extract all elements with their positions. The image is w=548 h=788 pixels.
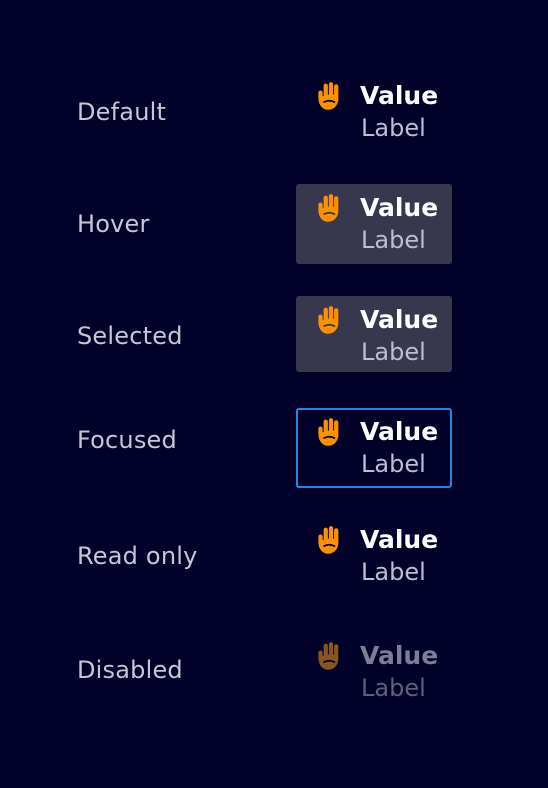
- value-text: Value: [360, 417, 439, 446]
- value-text: Value: [360, 305, 439, 334]
- hand-icon: [312, 303, 346, 337]
- value-text: Value: [360, 525, 439, 554]
- state-name: Default: [77, 98, 167, 126]
- hand-icon: [312, 523, 346, 557]
- label-text: Label: [361, 226, 426, 254]
- hand-icon: [312, 415, 346, 449]
- label-text: Label: [361, 450, 426, 478]
- label-text: Label: [361, 674, 426, 702]
- state-name: Read only: [77, 542, 198, 570]
- label-text: Label: [361, 114, 426, 142]
- state-name: Hover: [77, 210, 150, 238]
- label-text: Label: [361, 338, 426, 366]
- state-name: Disabled: [77, 656, 183, 684]
- hand-icon: [312, 79, 346, 113]
- hand-icon: [312, 191, 346, 225]
- hand-icon: [312, 639, 346, 673]
- value-text: Value: [360, 193, 439, 222]
- value-text: Value: [360, 641, 439, 670]
- label-text: Label: [361, 558, 426, 586]
- state-name: Selected: [77, 322, 183, 350]
- value-text: Value: [360, 81, 439, 110]
- state-name: Focused: [77, 426, 177, 454]
